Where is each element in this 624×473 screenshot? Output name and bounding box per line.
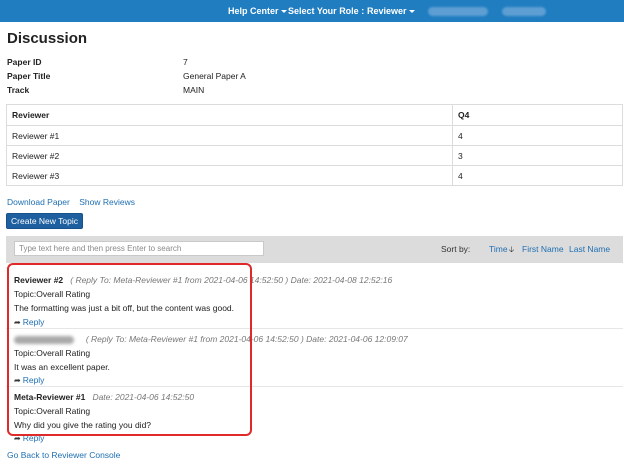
sort-label: Sort by: — [441, 244, 471, 254]
account-menu-redacted[interactable] — [502, 7, 546, 16]
post-topic: Topic:Overall Rating — [14, 348, 91, 358]
sort-time-label: Time — [489, 244, 508, 254]
score-cell: 4 — [452, 125, 623, 146]
paper-links: Download Paper Show Reviews — [7, 197, 142, 207]
reviewer-cell: Reviewer #3 — [6, 165, 453, 186]
track-value: MAIN — [183, 85, 205, 95]
reply-link[interactable]: ➦ Reply — [14, 375, 44, 385]
post-author: Reviewer #2 — [14, 275, 64, 285]
post-header: ( Reply To: Meta-Reviewer #1 from 2021-0… — [14, 334, 408, 344]
score-cell: 3 — [452, 145, 623, 166]
paper-id-value: 7 — [183, 57, 188, 67]
chevron-down-icon — [408, 10, 415, 14]
show-reviews-link[interactable]: Show Reviews — [79, 197, 135, 207]
track-label: Track — [7, 85, 30, 95]
help-center-label: Help Center — [228, 6, 279, 16]
reviewer-cell: Reviewer #2 — [6, 145, 453, 166]
post-text: It was an excellent paper. — [14, 362, 110, 372]
post-divider — [6, 328, 623, 329]
post-header: Meta-Reviewer #1 Date: 2021-04-06 14:52:… — [14, 392, 194, 402]
paper-id-label: Paper ID — [7, 57, 42, 67]
role-label: Reviewer — [367, 6, 407, 16]
chevron-down-icon — [280, 10, 287, 14]
post-reply-to: ( Reply To: Meta-Reviewer #1 from 2021-0… — [85, 334, 304, 344]
post-divider — [6, 386, 623, 387]
sort-by-first-name[interactable]: First Name — [522, 244, 564, 254]
back-to-reviewer-console-link[interactable]: Go Back to Reviewer Console — [7, 450, 120, 460]
reply-arrow-icon: ➦ — [14, 376, 21, 385]
post-text: Why did you give the rating you did? — [14, 420, 152, 430]
page-title: Discussion — [7, 30, 88, 47]
reply-link[interactable]: ➦ Reply — [14, 433, 44, 443]
table-row: Reviewer #1 4 — [6, 125, 623, 146]
post-date: Date: 2021-04-06 14:52:50 — [92, 392, 195, 402]
reply-arrow-icon: ➦ — [14, 434, 21, 443]
score-cell: 4 — [452, 165, 623, 186]
select-role-label: Select Your Role : — [288, 6, 365, 16]
post-topic: Topic:Overall Rating — [14, 406, 91, 416]
post-date: Date: 2021-04-08 12:52:16 — [290, 275, 393, 285]
post-author: Meta-Reviewer #1 — [14, 392, 86, 402]
reviewer-scores-table: Reviewer Q4 Reviewer #1 4 Reviewer #2 3 … — [6, 104, 623, 186]
reply-label: Reply — [22, 317, 45, 327]
table-row: Reviewer #3 4 — [6, 165, 623, 186]
search-sort-bar: Sort by: Time🡣 First Name Last Name — [6, 236, 623, 263]
paper-title-value: General Paper A — [183, 71, 246, 81]
post-reply-to: ( Reply To: Meta-Reviewer #1 from 2021-0… — [70, 275, 289, 285]
reviewer-cell: Reviewer #1 — [6, 125, 453, 146]
user-name-redacted[interactable] — [428, 7, 488, 16]
paper-title-label: Paper Title — [7, 71, 51, 81]
post-text: The formatting was just a bit off, but t… — [14, 303, 235, 313]
arrow-down-icon: 🡣 — [508, 245, 515, 254]
table-row: Reviewer #2 3 — [6, 145, 623, 166]
download-paper-link[interactable]: Download Paper — [7, 197, 70, 207]
q4-column-header: Q4 — [452, 104, 623, 126]
help-center-menu[interactable]: Help Center — [228, 6, 287, 16]
post-author-redacted — [14, 335, 74, 344]
top-nav-bar: Help Center Select Your Role : Reviewer — [0, 0, 624, 22]
sort-by-last-name[interactable]: Last Name — [569, 244, 610, 254]
create-new-topic-button[interactable]: Create New Topic — [6, 213, 83, 229]
reply-label: Reply — [22, 433, 45, 443]
reply-label: Reply — [22, 375, 45, 385]
post-date: Date: 2021-04-06 12:09:07 — [306, 334, 408, 344]
sort-by-time[interactable]: Time🡣 — [489, 244, 514, 258]
reply-arrow-icon: ➦ — [14, 318, 21, 327]
search-input[interactable] — [14, 241, 264, 256]
role-dropdown[interactable]: Reviewer — [367, 6, 415, 16]
table-header-row: Reviewer Q4 — [6, 104, 623, 126]
reply-link[interactable]: ➦ Reply — [14, 317, 44, 327]
reviewer-column-header: Reviewer — [6, 104, 453, 126]
post-header: Reviewer #2 ( Reply To: Meta-Reviewer #1… — [14, 275, 392, 285]
post-topic: Topic:Overall Rating — [14, 289, 91, 299]
